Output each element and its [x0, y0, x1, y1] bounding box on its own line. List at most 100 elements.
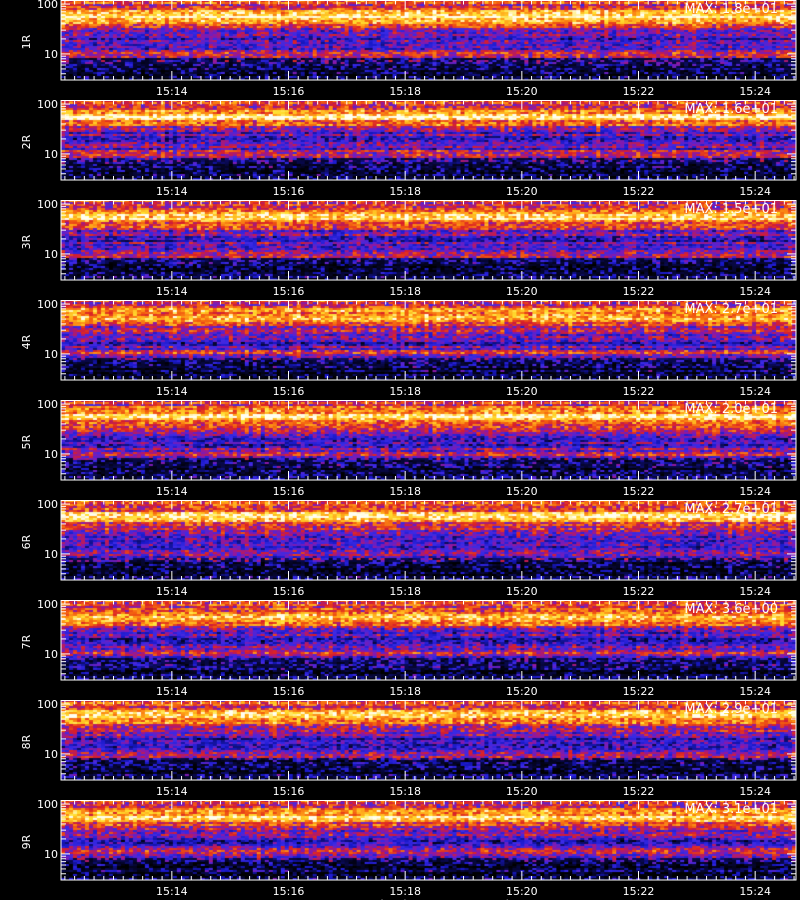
panel-label: 7R: [20, 634, 33, 649]
panel-7r: 10 100 7R MAX: 3.6e+00 15:14 15:16 15:18 15:20 1…: [20, 598, 797, 698]
y-tick-label: 100: [37, 498, 58, 511]
x-tick-label: 15:18: [389, 785, 421, 798]
panel-label: 8R: [20, 734, 33, 749]
panel-label: 9R: [20, 834, 33, 849]
x-tick-label: 15:24: [739, 185, 771, 198]
y-tick-label: 10: [44, 348, 58, 361]
x-tick-label: 15:24: [739, 485, 771, 498]
y-tick-label: 10: [44, 548, 58, 561]
x-tick-label: 15:14: [156, 885, 188, 898]
panel-4r: 10 100 4R MAX: 2.7e+01 15:14 15:16 15:18 15:20 1…: [20, 298, 797, 398]
x-tick-label: 15:20: [506, 385, 538, 398]
x-tick-label: 15:16: [273, 585, 305, 598]
x-tick-label: 15:22: [623, 885, 655, 898]
x-tick-label: 15:24: [739, 685, 771, 698]
panel-label: 3R: [20, 234, 33, 249]
max-annotation: MAX: 3.1e+01: [684, 802, 778, 817]
y-tick-label: 10: [44, 648, 58, 661]
panel-8r: 10 100 8R MAX: 2.9e+01 15:14 15:16 15:18 15:20 1…: [20, 698, 797, 798]
y-tick-label: 100: [37, 0, 58, 11]
y-tick-label: 10: [44, 248, 58, 261]
y-tick-label: 10: [44, 748, 58, 761]
x-tick-label: 15:14: [156, 685, 188, 698]
x-tick-label: 15:20: [506, 185, 538, 198]
y-tick-label: 100: [37, 698, 58, 711]
x-tick-label: 15:16: [273, 185, 305, 198]
x-tick-label: 15:16: [273, 685, 305, 698]
x-tick-label: 15:16: [273, 885, 305, 898]
x-tick-label: 15:18: [389, 885, 421, 898]
panel-1r: 10 100 1R MAX: 1.8e+01 15:14 15:16 15:18 15:20 1…: [20, 0, 797, 98]
x-tick-label: 15:24: [739, 585, 771, 598]
x-tick-label: 15:22: [623, 685, 655, 698]
x-tick-label: 15:20: [506, 685, 538, 698]
panel-6r: 10 100 6R MAX: 2.7e+01 15:14 15:16 15:18 15:20 1…: [20, 498, 797, 598]
x-tick-label: 15:20: [506, 585, 538, 598]
x-tick-label: 15:22: [623, 785, 655, 798]
x-tick-label: 15:22: [623, 285, 655, 298]
x-tick-label: 15:24: [739, 385, 771, 398]
x-tick-label: 15:24: [739, 885, 771, 898]
x-tick-label: 15:22: [623, 485, 655, 498]
x-tick-label: 15:16: [273, 485, 305, 498]
x-tick-label: 15:18: [389, 185, 421, 198]
x-tick-label: 15:16: [273, 385, 305, 398]
y-tick-label: 100: [37, 198, 58, 211]
max-annotation: MAX: 1.5e+01: [684, 202, 778, 217]
x-tick-label: 15:22: [623, 385, 655, 398]
x-tick-label: 15:24: [739, 785, 771, 798]
x-tick-label: 15:16: [273, 285, 305, 298]
x-tick-label: 15:20: [506, 485, 538, 498]
max-annotation: MAX: 2.0e+01: [684, 402, 778, 417]
x-tick-label: 15:18: [389, 485, 421, 498]
x-tick-label: 15:14: [156, 285, 188, 298]
y-tick-label: 10: [44, 848, 58, 861]
x-tick-label: 15:18: [389, 285, 421, 298]
x-tick-label: 15:20: [506, 785, 538, 798]
panel-label: 5R: [20, 434, 33, 449]
x-tick-label: 15:14: [156, 585, 188, 598]
x-tick-label: 15:22: [623, 85, 655, 98]
x-tick-label: 15:14: [156, 85, 188, 98]
y-tick-label: 10: [44, 448, 58, 461]
y-tick-label: 100: [37, 398, 58, 411]
panel-5r: 10 100 5R MAX: 2.0e+01 15:14 15:16 15:18 15:20 1…: [20, 398, 797, 498]
max-annotation: MAX: 1.6e+01: [684, 102, 778, 117]
x-tick-label: 15:20: [506, 885, 538, 898]
x-tick-label: 15:18: [389, 585, 421, 598]
y-tick-label: 100: [37, 98, 58, 111]
x-tick-label: 15:16: [273, 85, 305, 98]
panel-3r: 10 100 3R MAX: 1.5e+01 15:14 15:16 15:18 15:20 1…: [20, 198, 797, 298]
panel-label: 2R: [20, 134, 33, 149]
x-tick-label: 15:24: [739, 85, 771, 98]
x-tick-label: 15:22: [623, 585, 655, 598]
x-tick-label: 15:20: [506, 85, 538, 98]
x-tick-label: 15:24: [739, 285, 771, 298]
panel-label: 1R: [20, 34, 33, 49]
max-annotation: MAX: 1.8e+01: [684, 2, 778, 17]
y-tick-label: 100: [37, 598, 58, 611]
panel-label: 6R: [20, 534, 33, 549]
x-tick-label: 15:18: [389, 685, 421, 698]
x-tick-label: 15:20: [506, 285, 538, 298]
x-tick-label: 15:18: [389, 85, 421, 98]
y-tick-label: 10: [44, 148, 58, 161]
y-tick-label: 100: [37, 298, 58, 311]
max-annotation: MAX: 2.7e+01: [684, 502, 778, 517]
panel-9r: 10 100 9R MAX: 3.1e+01 15:14 15:16 15:18 15:20 1…: [20, 798, 797, 898]
spectrogram-figure: 101001RMAX: 1.8e+0115:14 15:16 15:18 15:20 1…: [20, 0, 797, 900]
x-tick-label: 15:14: [156, 185, 188, 198]
max-annotation: MAX: 3.6e+00: [684, 602, 778, 617]
y-tick-label: 10: [44, 48, 58, 61]
x-tick-label: 15:14: [156, 785, 188, 798]
x-tick-label: 15:18: [389, 385, 421, 398]
x-tick-label: 15:14: [156, 485, 188, 498]
max-annotation: MAX: 2.9e+01: [684, 702, 778, 717]
x-tick-label: 15:14: [156, 385, 188, 398]
panel-label: 4R: [20, 334, 33, 349]
x-tick-label: 15:22: [623, 185, 655, 198]
y-tick-label: 100: [37, 798, 58, 811]
max-annotation: MAX: 2.7e+01: [684, 302, 778, 317]
panel-2r: 10 100 2R MAX: 1.6e+01 15:14 15:16 15:18 15:20 1…: [20, 98, 797, 198]
x-tick-label: 15:16: [273, 785, 305, 798]
